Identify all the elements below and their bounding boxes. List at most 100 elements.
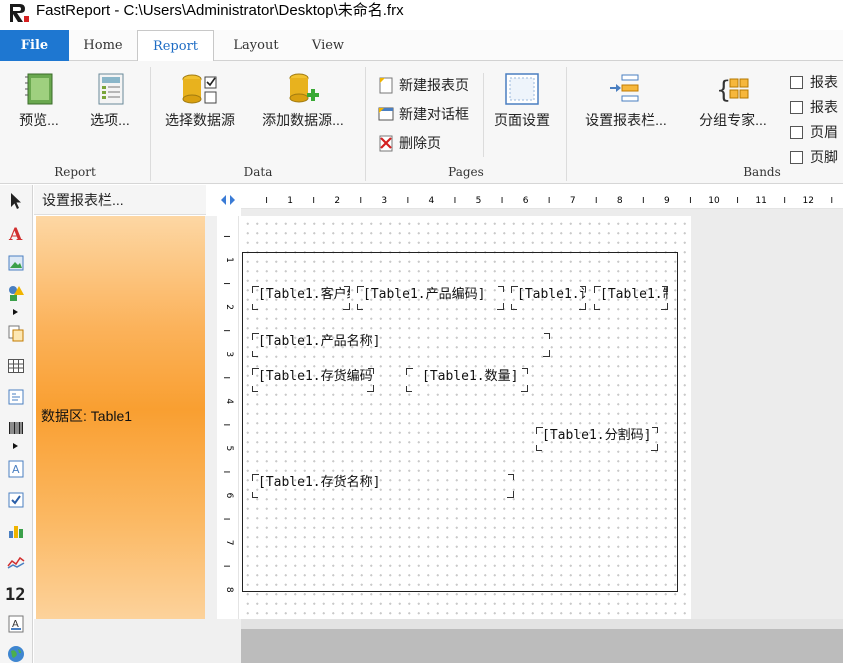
band-checkbox-label: 页眉 xyxy=(810,124,838,140)
configure-bands-icon xyxy=(610,74,639,102)
text-field-unit[interactable]: [Table1.计量单位] xyxy=(511,286,586,310)
svg-text:{: { xyxy=(716,76,731,104)
picture-icon xyxy=(8,255,24,271)
barcode-tool[interactable] xyxy=(5,417,27,439)
object-toolbox: A A 12 A xyxy=(0,185,33,663)
svg-text:12: 12 xyxy=(5,585,25,602)
tab-report[interactable]: Report xyxy=(137,30,214,62)
horizontal-ruler-ticks: 1 2 3 4 5 6 7 8 9 10 11 12 xyxy=(266,196,833,206)
subreport-tool[interactable] xyxy=(5,322,27,344)
left-panel-footer xyxy=(34,619,241,663)
picture-tool[interactable] xyxy=(5,252,27,274)
choose-datasource-label: 选择数据源 xyxy=(165,112,235,128)
text-field-inventory-code[interactable]: [Table1.存货编码] xyxy=(252,368,374,392)
band-checkbox-report-title[interactable]: 报表 xyxy=(790,72,838,92)
matrix-icon xyxy=(8,389,24,405)
fastreport-logo-icon xyxy=(10,4,29,22)
page-setup-button[interactable]: 页面设置 xyxy=(488,71,556,130)
rich-text-icon: A xyxy=(8,460,24,478)
data-band-strip[interactable]: 数据区: Table1 xyxy=(36,216,205,619)
field-text: [Table1.计量单位] xyxy=(517,287,586,302)
ribbon-panel: 预览... 选项... Report 选择数据源 添加数据源... Data 新… xyxy=(0,61,843,184)
text-field-inventory-name[interactable]: [Table1.存货名称] xyxy=(252,474,514,498)
tab-view[interactable]: View xyxy=(298,30,358,61)
data-band-label: 数据区: Table1 xyxy=(41,408,133,424)
window-title: FastReport - C:\Users\Administrator\Desk… xyxy=(36,2,404,19)
vertical-ruler-ticks: 1 2 3 4 5 6 7 8 xyxy=(224,235,234,593)
group-separator xyxy=(365,67,366,181)
text-outline-tool[interactable]: A xyxy=(5,613,27,635)
sparkline-tool[interactable] xyxy=(5,551,27,573)
pointer-tool[interactable] xyxy=(5,190,27,212)
configure-bands-label: 设置报表栏... xyxy=(585,112,667,128)
checkbox-square[interactable] xyxy=(790,125,803,139)
text-field-product-code[interactable]: [Table1.产品编码] xyxy=(357,286,504,310)
ruler-label: 8 xyxy=(617,196,623,206)
band-configure-header[interactable]: 设置报表栏... xyxy=(34,185,206,215)
rich-text-tool[interactable]: A xyxy=(5,458,27,480)
checkbox-square[interactable] xyxy=(790,100,803,114)
delete-page-button[interactable]: 删除页 xyxy=(377,132,441,154)
ruler-label: 12 xyxy=(802,196,813,206)
table-tool[interactable] xyxy=(5,355,27,377)
ruler-label: 5 xyxy=(476,196,482,206)
band-checkbox-report-summary[interactable]: 报表 xyxy=(790,97,838,117)
checkbox-tool[interactable] xyxy=(5,489,27,511)
group-expert-label: 分组专家... xyxy=(699,112,767,128)
vertical-ruler: 1 2 3 4 5 6 7 8 xyxy=(217,216,239,619)
tab-home[interactable]: Home xyxy=(70,30,136,61)
text-tool[interactable]: A xyxy=(5,222,27,244)
ruler-label: 2 xyxy=(224,304,234,310)
ruler-label: 5 xyxy=(224,446,234,452)
tab-file[interactable]: File xyxy=(0,30,69,61)
field-text: [Table1.产品编码] xyxy=(363,287,486,302)
band-checkbox-page-footer[interactable]: 页脚 xyxy=(790,147,838,167)
title-bar: FastReport - C:\Users\Administrator\Desk… xyxy=(0,0,843,30)
ruler-label: 6 xyxy=(523,196,529,206)
shape-tool[interactable] xyxy=(5,282,27,304)
text-field-manufacturer[interactable]: [Table1.制造机] xyxy=(594,286,668,310)
ruler-label: 6 xyxy=(224,493,234,499)
digital-number-icon: 12 xyxy=(5,585,25,602)
expand-arrow-icon[interactable] xyxy=(13,443,18,449)
field-text: [Table1.产品名称] xyxy=(258,334,381,349)
band-panel-scrollbar[interactable] xyxy=(205,216,217,619)
options-button[interactable]: 选项... xyxy=(78,71,142,130)
checkbox-square[interactable] xyxy=(790,150,803,164)
ruler-label: 1 xyxy=(287,196,293,206)
page-setup-icon xyxy=(505,73,539,105)
new-report-page-button[interactable]: 新建报表页 xyxy=(377,74,469,96)
text-field-customer-code[interactable]: [Table1.客户编码] xyxy=(252,286,350,310)
ruler-corner[interactable] xyxy=(217,191,241,209)
matrix-tool[interactable] xyxy=(5,386,27,408)
choose-datasource-button[interactable]: 选择数据源 xyxy=(158,71,242,130)
ruler-label: 7 xyxy=(570,196,576,206)
map-tool[interactable] xyxy=(5,643,27,663)
globe-icon xyxy=(8,646,24,662)
splitter-arrows-icon[interactable] xyxy=(217,191,241,209)
text-field-product-name[interactable]: [Table1.产品名称] xyxy=(252,333,550,357)
add-datasource-label: 添加数据源... xyxy=(262,112,344,128)
band-checkbox-page-header[interactable]: 页眉 xyxy=(790,122,838,142)
tab-layout[interactable]: Layout xyxy=(218,30,294,61)
configure-bands-button[interactable]: 设置报表栏... xyxy=(574,71,678,130)
digital-number-tool[interactable]: 12 xyxy=(5,582,27,604)
preview-button[interactable]: 预览... xyxy=(8,71,70,130)
ruler-label: 11 xyxy=(755,196,766,206)
checkbox-square[interactable] xyxy=(790,75,803,89)
preview-icon xyxy=(25,73,53,105)
field-text: [Table1.制造机] xyxy=(600,287,668,302)
chart-tool[interactable] xyxy=(5,520,27,542)
ruler-label: 9 xyxy=(664,196,670,206)
group-expert-button[interactable]: { 分组专家... xyxy=(690,71,776,130)
bar-chart-icon xyxy=(9,526,23,538)
text-object-icon: A xyxy=(8,225,23,242)
new-dialog-button[interactable]: 新建对话框 xyxy=(377,103,469,125)
text-field-split-code[interactable]: [Table1.分割码] xyxy=(536,427,658,451)
expand-arrow-icon[interactable] xyxy=(13,309,18,315)
text-field-quantity[interactable]: [Table1.数量] xyxy=(406,368,528,392)
add-datasource-button[interactable]: 添加数据源... xyxy=(250,71,356,130)
ruler-label: 4 xyxy=(429,196,435,206)
text-outline-icon: A xyxy=(8,615,24,633)
group-expert-icon: { xyxy=(716,76,749,104)
